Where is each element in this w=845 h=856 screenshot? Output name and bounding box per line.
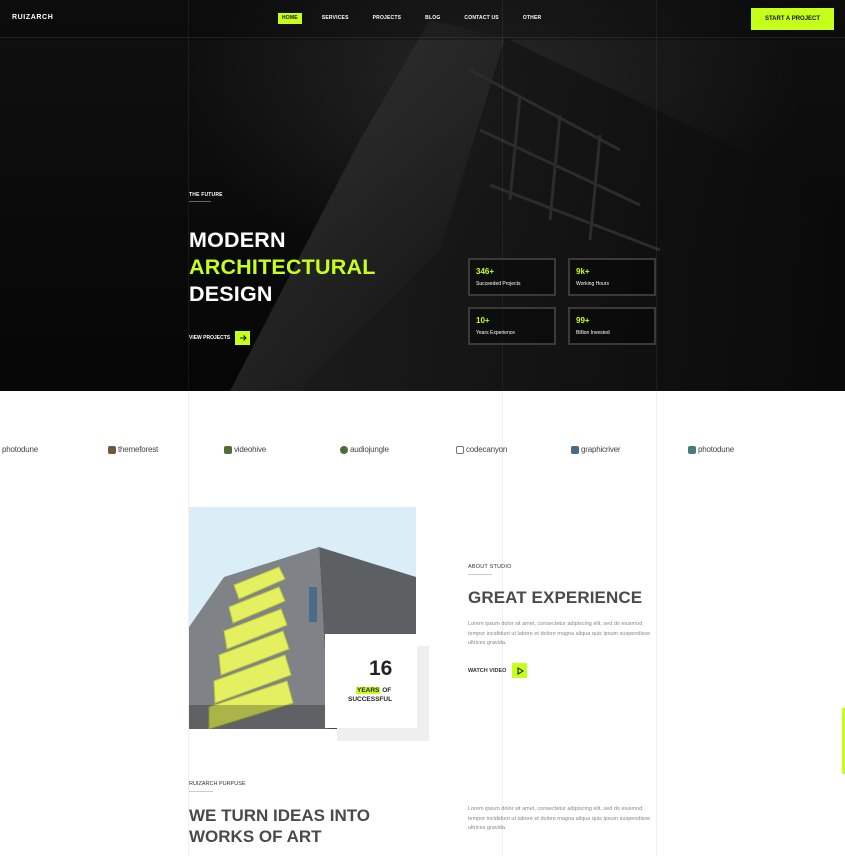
brand-logos-strip: photodune themeforest videohive audiojun… <box>0 440 845 462</box>
videohive-icon <box>224 445 232 454</box>
brand-logo: photodune <box>688 445 734 454</box>
purpose-title: WE TURN IDEAS INTO WORKS OF ART <box>189 805 370 847</box>
years-successful: SUCCESSFUL <box>348 696 393 703</box>
about-eyebrow: ABOUT STUDIO <box>468 564 512 570</box>
brand-logo: audiojungle <box>340 445 389 454</box>
view-projects-label: VIEW PROJECTS <box>189 335 231 341</box>
brand-name: photodune <box>698 445 735 454</box>
brand-name: photodune <box>2 445 39 454</box>
play-icon[interactable] <box>512 663 528 678</box>
hero-title: MODERN ARCHITECTURAL DESIGN <box>189 227 376 308</box>
about-title: GREAT EXPERIENCE <box>468 588 643 607</box>
graphicriver-icon <box>571 445 579 454</box>
nav-item-home[interactable]: HOME <box>278 13 302 24</box>
watch-video-label: WATCH VIDEO <box>468 667 507 674</box>
years-number: 16 <box>369 657 393 680</box>
brand-logo: codecanyon <box>456 445 507 454</box>
stat-label: Working Hours <box>576 281 609 287</box>
purpose-eyebrow: RUIZARCH PURPUSE <box>189 781 246 787</box>
purpose-paragraph: Lorem ipsum dolor sit amet, consectetur … <box>468 806 651 831</box>
stat-card: 10+ Years Experience <box>468 307 556 345</box>
themeforest-icon <box>108 445 116 454</box>
about-paragraph: Lorem ipsum dolor sit amet, consectetur … <box>468 621 651 646</box>
purpose-title-line-1: WE TURN IDEAS INTO <box>189 806 371 825</box>
stat-label: Billion Invested <box>576 330 610 336</box>
photodune-icon <box>688 445 696 454</box>
stat-value: 9k+ <box>576 267 590 276</box>
brand-logo: videohive <box>224 445 266 454</box>
purpose-title-line-2: WORKS OF ART <box>189 827 322 846</box>
hero-building-image <box>0 0 845 391</box>
top-navigation-bar: RUIZARCH HOME SERVICES PROJECTS BLOG CON… <box>0 0 845 38</box>
logo[interactable]: RUIZARCH <box>12 14 53 21</box>
stat-card: 9k+ Working Hours <box>568 258 656 296</box>
stat-label: Succeeded Projects <box>476 281 521 287</box>
brand-logo: photodune <box>2 445 38 454</box>
brand-name: themeforest <box>118 445 159 454</box>
stat-card: 99+ Billion Invested <box>568 307 656 345</box>
nav-item-services[interactable]: SERVICES <box>318 13 353 24</box>
years-highlight: YEARS <box>356 687 381 694</box>
nav-item-projects[interactable]: PROJECTS <box>369 13 406 24</box>
stat-value: 99+ <box>576 316 590 325</box>
brand-logo: themeforest <box>108 445 158 454</box>
hero-section: RUIZARCH HOME SERVICES PROJECTS BLOG CON… <box>0 0 845 391</box>
watch-video-link[interactable]: WATCH VIDEO <box>468 663 528 678</box>
divider <box>468 574 492 575</box>
arrow-right-icon[interactable] <box>235 331 251 345</box>
years-experience-card: 16 YEARS OF SUCCESSFUL <box>325 634 417 728</box>
codecanyon-icon <box>456 445 464 454</box>
brand-name: audiojungle <box>350 445 389 454</box>
divider <box>189 791 213 792</box>
stat-value: 346+ <box>476 267 495 276</box>
brand-name: graphicriver <box>581 445 621 454</box>
hero-title-line-3: DESIGN <box>189 282 273 306</box>
nav-item-other[interactable]: OTHER <box>519 13 546 24</box>
hero-eyebrow: THE FUTURE <box>189 192 223 198</box>
hero-title-line-2: ARCHITECTURAL <box>189 255 376 279</box>
years-label: YEARS OF <box>356 687 391 694</box>
years-of: OF <box>382 687 392 694</box>
nav-item-contact-us[interactable]: CONTACT US <box>460 13 502 24</box>
brand-name: codecanyon <box>466 445 508 454</box>
main-nav: HOME SERVICES PROJECTS BLOG CONTACT US O… <box>278 13 561 24</box>
audiojungle-icon <box>340 445 348 454</box>
divider <box>189 201 211 202</box>
grid-line <box>656 0 657 391</box>
hero-title-line-1: MODERN <box>189 228 286 252</box>
start-project-button[interactable]: START A PROJECT <box>751 8 834 30</box>
brand-name: videohive <box>234 445 267 454</box>
nav-item-blog[interactable]: BLOG <box>421 13 444 24</box>
stat-value: 10+ <box>476 316 490 325</box>
stat-card: 346+ Succeeded Projects <box>468 258 556 296</box>
stat-label: Years Experience <box>476 330 516 336</box>
brand-logo: graphicriver <box>571 445 621 454</box>
view-projects-link[interactable]: VIEW PROJECTS <box>189 331 251 345</box>
